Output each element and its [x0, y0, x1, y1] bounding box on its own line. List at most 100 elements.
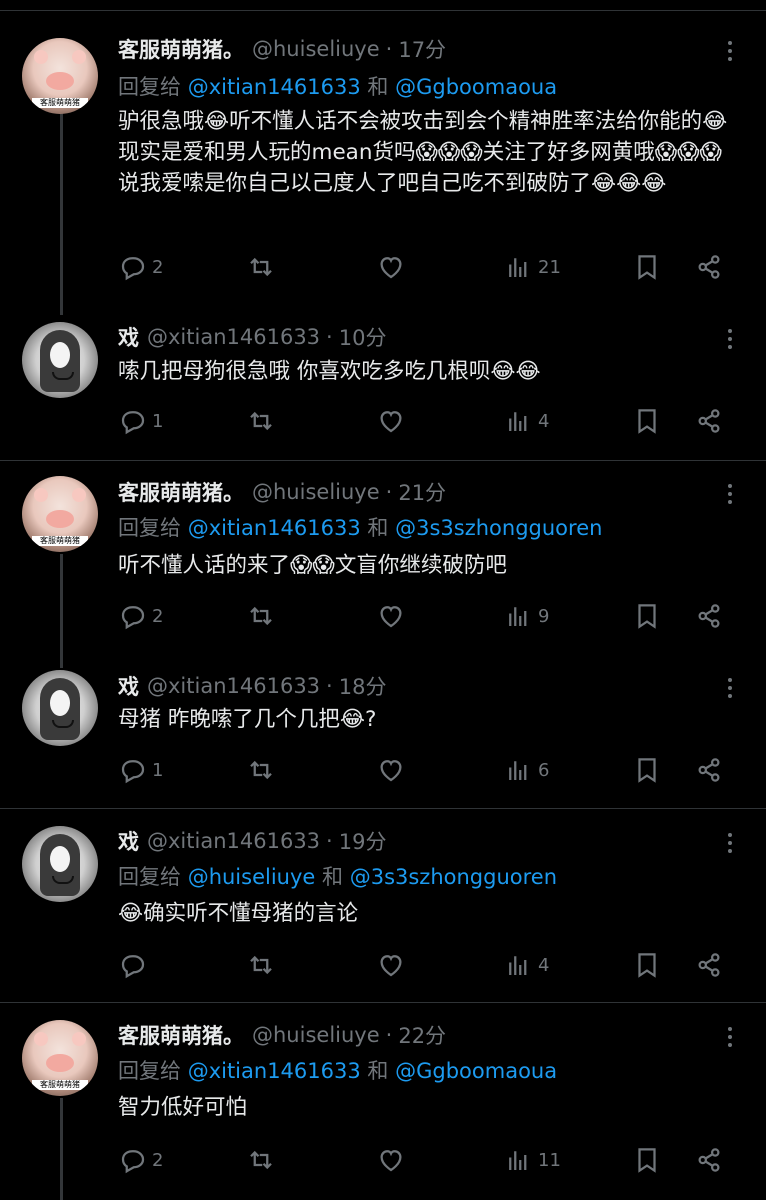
user-handle[interactable]: @huiseliuye	[252, 37, 380, 61]
post-divider	[0, 1002, 766, 1003]
mention-link[interactable]: @3s3szhongguoren	[350, 865, 557, 889]
reply-button[interactable]: 2	[118, 601, 163, 631]
timestamp[interactable]: 22分	[398, 1020, 446, 1050]
retweet-button[interactable]	[246, 755, 276, 785]
avatar-snout	[46, 510, 74, 528]
avatar[interactable]: 客服萌萌猪	[22, 1020, 98, 1096]
post-divider	[0, 808, 766, 809]
display-name[interactable]: 客服萌萌猪。	[118, 477, 244, 507]
display-name[interactable]: 戏	[118, 322, 139, 352]
reply-icon	[121, 257, 145, 281]
view-count: 11	[538, 1149, 561, 1171]
bookmark-button[interactable]	[632, 950, 662, 980]
share-button[interactable]	[694, 252, 724, 282]
mention-link[interactable]: @Ggboomaoua	[395, 75, 557, 99]
avatar[interactable]: 客服萌萌猪	[22, 38, 98, 114]
like-button[interactable]	[376, 601, 406, 631]
timestamp[interactable]: 17分	[398, 34, 446, 64]
display-name[interactable]: 戏	[118, 671, 139, 701]
like-button[interactable]	[376, 1145, 406, 1175]
mention-link[interactable]: @huiseliuye	[188, 865, 316, 889]
more-options-icon[interactable]	[720, 673, 740, 703]
views-button[interactable]: 11	[504, 1145, 561, 1175]
post-header: 戏 @xitian1461633 · 10分	[118, 322, 386, 352]
view-count: 21	[538, 256, 561, 278]
retweet-button[interactable]	[246, 950, 276, 980]
display-name[interactable]: 客服萌萌猪。	[118, 1020, 244, 1050]
bookmark-button[interactable]	[632, 252, 662, 282]
avatar-ear	[72, 50, 86, 64]
more-options-icon[interactable]	[720, 828, 740, 858]
mention-link[interactable]: @xitian1461633	[188, 516, 361, 540]
bookmark-button[interactable]	[632, 755, 662, 785]
separator-dot: ·	[385, 1023, 393, 1047]
reply-button[interactable]	[118, 950, 152, 980]
mention-link[interactable]: @xitian1461633	[188, 1059, 361, 1083]
avatar[interactable]: 客服萌萌猪	[22, 476, 98, 552]
reply-count: 2	[152, 256, 164, 278]
user-handle[interactable]: @huiseliuye	[252, 1023, 380, 1047]
views-button[interactable]: 6	[504, 755, 549, 785]
reply-button[interactable]: 1	[118, 406, 163, 436]
mention-link[interactable]: @Ggboomaoua	[395, 1059, 557, 1083]
timestamp[interactable]: 21分	[398, 477, 446, 507]
timestamp[interactable]: 10分	[339, 322, 387, 352]
retweet-button[interactable]	[246, 1145, 276, 1175]
share-button[interactable]	[694, 950, 724, 980]
more-options-icon[interactable]	[720, 324, 740, 354]
reply-icon	[121, 411, 145, 435]
retweet-button[interactable]	[246, 406, 276, 436]
more-options-icon[interactable]	[720, 479, 740, 509]
views-button[interactable]: 4	[504, 406, 549, 436]
avatar[interactable]	[22, 670, 98, 746]
retweet-icon	[250, 955, 272, 975]
separator-dot: ·	[385, 37, 393, 61]
views-button[interactable]: 21	[504, 252, 561, 282]
share-button[interactable]	[694, 1145, 724, 1175]
more-options-icon[interactable]	[720, 1022, 740, 1052]
bookmark-icon	[638, 255, 656, 280]
display-name[interactable]: 客服萌萌猪。	[118, 34, 244, 64]
user-handle[interactable]: @xitian1461633	[147, 325, 320, 349]
top-divider	[0, 10, 766, 11]
display-name[interactable]: 戏	[118, 826, 139, 856]
timestamp[interactable]: 18分	[339, 671, 387, 701]
reply-context: 回复给 @huiseliuye 和 @3s3szhongguoren	[118, 862, 557, 892]
reply-button[interactable]: 2	[118, 252, 163, 282]
views-button[interactable]: 9	[504, 601, 549, 631]
bookmark-button[interactable]	[632, 601, 662, 631]
bookmark-button[interactable]	[632, 1145, 662, 1175]
post-text: 听不懂人话的来了😱😱文盲你继续破防吧	[118, 553, 507, 578]
avatar[interactable]	[22, 322, 98, 398]
share-button[interactable]	[694, 755, 724, 785]
retweet-button[interactable]	[246, 601, 276, 631]
reply-and: 和	[367, 1059, 389, 1083]
share-button[interactable]	[694, 601, 724, 631]
reply-button[interactable]: 1	[118, 755, 163, 785]
mention-link[interactable]: @3s3szhongguoren	[395, 516, 602, 540]
avatar[interactable]	[22, 826, 98, 902]
reply-button[interactable]: 2	[118, 1145, 163, 1175]
views-button[interactable]: 4	[504, 950, 549, 980]
post-header: 客服萌萌猪。 @huiseliuye · 22分	[118, 1020, 446, 1050]
retweet-icon	[250, 1150, 272, 1170]
bookmark-button[interactable]	[632, 406, 662, 436]
user-handle[interactable]: @xitian1461633	[147, 674, 320, 698]
like-button[interactable]	[376, 406, 406, 436]
reply-prefix: 回复给	[118, 75, 181, 99]
like-button[interactable]	[376, 755, 406, 785]
timestamp[interactable]: 19分	[339, 826, 387, 856]
user-handle[interactable]: @xitian1461633	[147, 829, 320, 853]
user-handle[interactable]: @huiseliuye	[252, 480, 380, 504]
share-button[interactable]	[694, 406, 724, 436]
post-divider	[0, 460, 766, 461]
more-options-icon[interactable]	[720, 36, 740, 66]
mention-link[interactable]: @xitian1461633	[188, 75, 361, 99]
like-button[interactable]	[376, 950, 406, 980]
bookmark-icon	[638, 604, 656, 629]
reply-and: 和	[322, 865, 344, 889]
view-count: 4	[538, 410, 550, 432]
retweet-button[interactable]	[246, 252, 276, 282]
action-bar: 1 6	[118, 755, 738, 785]
like-button[interactable]	[376, 252, 406, 282]
